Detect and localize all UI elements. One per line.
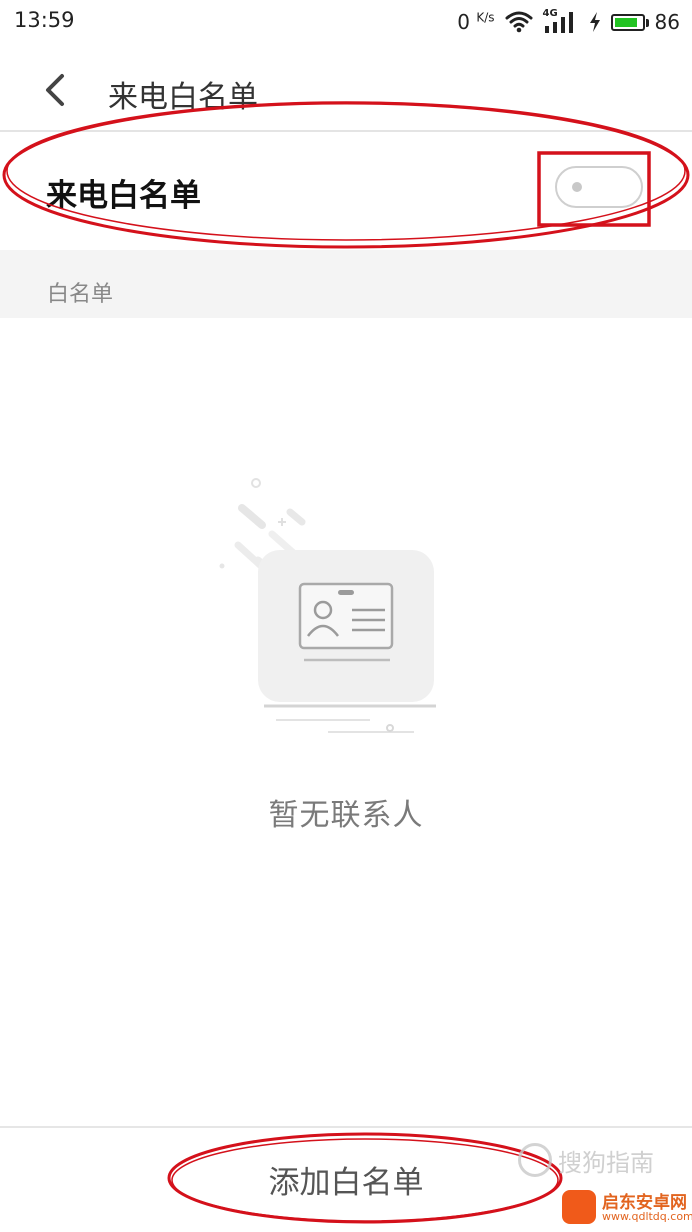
app-header: 来电白名单 xyxy=(0,52,692,132)
sougou-watermark: 搜狗指南 xyxy=(518,1140,654,1180)
network-speed-unit: K/s xyxy=(476,10,495,25)
qidong-watermark-url: www.qdltdq.com xyxy=(602,1210,692,1223)
qidong-watermark: 启东安卓网 www.qdltdq.com xyxy=(562,1188,692,1228)
qidong-logo-icon xyxy=(562,1190,596,1224)
page-title: 来电白名单 xyxy=(108,80,258,115)
battery-icon xyxy=(610,13,649,31)
network-speed: 0 K/s xyxy=(457,10,494,34)
network-speed-value: 0 xyxy=(457,10,471,34)
status-bar: 13:59 0 K/s 4G 86 xyxy=(0,0,692,44)
battery-level: 86 xyxy=(654,10,680,34)
whitelist-toggle-label: 来电白名单 xyxy=(46,178,201,214)
whitelist-switch[interactable] xyxy=(555,166,643,208)
wifi-icon xyxy=(505,11,533,33)
section-header: 白名单 xyxy=(0,250,692,318)
sougou-watermark-text: 搜狗指南 xyxy=(558,1148,654,1177)
charging-icon xyxy=(589,12,600,32)
battery-fill xyxy=(614,17,637,27)
contact-card-icon xyxy=(219,478,436,733)
section-label: 白名单 xyxy=(47,282,114,307)
back-button[interactable] xyxy=(36,70,76,110)
status-icons: 0 K/s 4G 86 xyxy=(457,8,680,36)
battery-indicator: 86 xyxy=(610,10,680,34)
empty-state-message: 暂无联系人 xyxy=(268,798,424,833)
switch-knob xyxy=(572,182,582,192)
status-time: 13:59 xyxy=(14,8,75,32)
chevron-left-icon xyxy=(46,74,64,106)
signal-icon: 4G xyxy=(543,8,579,34)
sougou-logo-icon xyxy=(518,1143,552,1177)
